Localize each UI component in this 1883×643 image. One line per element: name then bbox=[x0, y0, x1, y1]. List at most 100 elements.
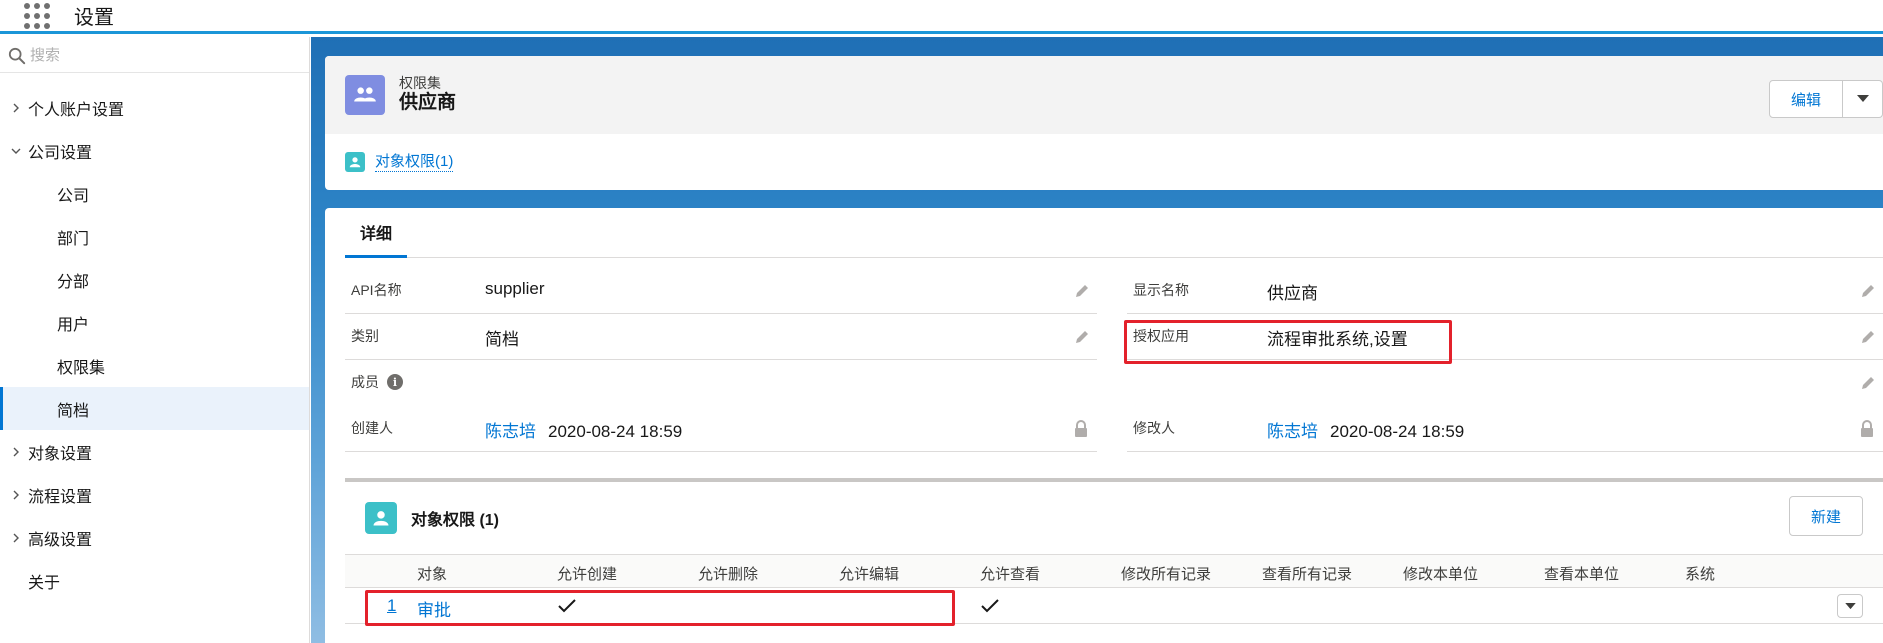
sidebar-item-label: 权限集 bbox=[57, 359, 106, 377]
column-header[interactable]: 查看本单位 bbox=[1544, 563, 1619, 584]
field-label: 类别 bbox=[351, 328, 379, 344]
modified-date: 2020-08-24 18:59 bbox=[1330, 422, 1465, 441]
sidebar-item-division[interactable]: 分部 bbox=[0, 258, 309, 301]
field-display-name: 显示名称 供应商 bbox=[1127, 268, 1883, 314]
modified-by-user-link[interactable]: 陈志培 bbox=[1267, 422, 1318, 441]
field-label: 成员 i bbox=[351, 372, 403, 392]
sidebar-item-label: 分部 bbox=[57, 273, 90, 291]
object-permission-icon bbox=[365, 502, 397, 534]
lock-icon bbox=[1861, 420, 1873, 437]
column-header[interactable]: 系统 bbox=[1685, 563, 1715, 584]
related-quick-links: 对象权限(1) bbox=[325, 134, 1883, 190]
pencil-icon[interactable] bbox=[1859, 282, 1877, 300]
field-label-text: 成员 bbox=[351, 374, 379, 390]
lock-icon bbox=[1075, 420, 1087, 437]
row-actions-button[interactable] bbox=[1837, 594, 1863, 618]
field-label: API名称 bbox=[351, 282, 402, 298]
created-by-user-link[interactable]: 陈志培 bbox=[485, 422, 536, 441]
new-button[interactable]: 新建 bbox=[1789, 496, 1863, 536]
column-header[interactable]: 修改所有记录 bbox=[1121, 563, 1211, 584]
sidebar-item-advanced-settings[interactable]: 高级设置 bbox=[0, 516, 309, 559]
edit-button[interactable]: 编辑 bbox=[1769, 80, 1843, 118]
field-value: 流程审批系统,设置 bbox=[1267, 330, 1408, 349]
sidebar-search bbox=[0, 39, 309, 73]
field-value: 供应商 bbox=[1267, 284, 1318, 303]
sidebar-item-label: 公司 bbox=[57, 187, 90, 205]
sidebar-item-label: 简档 bbox=[57, 402, 90, 420]
chevron-right-icon bbox=[10, 489, 22, 501]
related-link-object-permissions[interactable]: 对象权限(1) bbox=[375, 153, 454, 172]
field-modified-by: 修改人 陈志培 2020-08-24 18:59 bbox=[1127, 406, 1883, 452]
sidebar-item-company-settings[interactable]: 公司设置 bbox=[0, 129, 309, 172]
chevron-down-icon bbox=[10, 145, 22, 157]
column-header[interactable]: 允许查看 bbox=[980, 563, 1040, 584]
table-row: 1 审批 bbox=[345, 588, 1883, 624]
column-header[interactable]: 修改本单位 bbox=[1403, 563, 1478, 584]
sidebar-item-about[interactable]: 关于 bbox=[0, 559, 309, 602]
app-title: 设置 bbox=[74, 7, 114, 29]
app-launcher-icon[interactable] bbox=[24, 2, 50, 29]
object-permissions-table: 对象 允许创建 允许删除 允许编辑 允许查看 修改所有记录 查看所有记录 修改本… bbox=[345, 554, 1883, 624]
sidebar-item-label: 高级设置 bbox=[28, 531, 93, 549]
row-object-link[interactable]: 审批 bbox=[417, 596, 451, 621]
detail-card: 详细 API名称 supplier 显示名称 供应商 类别 简档 授权应用 流程… bbox=[325, 208, 1883, 643]
record-actions: 编辑 bbox=[1769, 80, 1883, 118]
sidebar-item-process-settings[interactable]: 流程设置 bbox=[0, 473, 309, 516]
sidebar-item-label: 关于 bbox=[28, 574, 61, 592]
sidebar-item-company[interactable]: 公司 bbox=[0, 172, 309, 215]
sidebar-item-object-settings[interactable]: 对象设置 bbox=[0, 430, 309, 473]
column-header[interactable]: 对象 bbox=[417, 563, 447, 584]
info-icon[interactable]: i bbox=[387, 374, 403, 390]
search-input[interactable] bbox=[30, 47, 280, 64]
sidebar-item-label: 个人账户设置 bbox=[28, 101, 125, 119]
sidebar: 个人账户设置 公司设置 公司 部门 分部 用户 权限集 简档 对象设置 流程设置… bbox=[0, 37, 310, 643]
row-number[interactable]: 1 bbox=[387, 596, 396, 616]
field-label: 授权应用 bbox=[1133, 328, 1189, 344]
chevron-right-icon bbox=[10, 102, 22, 114]
top-bar: 设置 bbox=[0, 0, 1883, 34]
field-created-by: 创建人 陈志培 2020-08-24 18:59 bbox=[345, 406, 1097, 452]
pencil-icon[interactable] bbox=[1073, 328, 1091, 346]
permission-set-icon bbox=[345, 75, 385, 115]
pencil-icon[interactable] bbox=[1859, 328, 1877, 346]
field-value: 简档 bbox=[485, 330, 519, 349]
record-title: 供应商 bbox=[399, 92, 457, 113]
chevron-right-icon bbox=[10, 446, 22, 458]
sidebar-item-users[interactable]: 用户 bbox=[0, 301, 309, 344]
column-header[interactable]: 允许创建 bbox=[557, 563, 617, 584]
field-label: 创建人 bbox=[351, 420, 393, 436]
field-members: 成员 i bbox=[345, 360, 1883, 406]
more-actions-button[interactable] bbox=[1843, 80, 1883, 118]
column-header[interactable]: 允许编辑 bbox=[839, 563, 899, 584]
column-header[interactable]: 查看所有记录 bbox=[1262, 563, 1352, 584]
sidebar-item-profiles[interactable]: 简档 bbox=[0, 387, 309, 430]
pencil-icon[interactable] bbox=[1859, 374, 1877, 392]
sidebar-item-label: 流程设置 bbox=[28, 488, 93, 506]
sidebar-item-label: 部门 bbox=[57, 230, 90, 248]
tab-details[interactable]: 详细 bbox=[345, 208, 407, 258]
pencil-icon[interactable] bbox=[1073, 282, 1091, 300]
chevron-down-icon bbox=[1856, 95, 1869, 102]
field-value: supplier bbox=[485, 279, 545, 298]
sidebar-item-department[interactable]: 部门 bbox=[0, 215, 309, 258]
record-header-top: 权限集 供应商 编辑 bbox=[325, 56, 1883, 134]
sidebar-item-permission-sets[interactable]: 权限集 bbox=[0, 344, 309, 387]
sidebar-item-personal-account[interactable]: 个人账户设置 bbox=[0, 86, 309, 129]
search-icon bbox=[8, 47, 26, 64]
field-authorized-apps: 授权应用 流程审批系统,设置 bbox=[1127, 314, 1883, 360]
checkmark-icon bbox=[558, 599, 576, 613]
chevron-down-icon bbox=[1844, 602, 1856, 609]
record-object-label: 权限集 bbox=[399, 75, 441, 91]
field-label: 修改人 bbox=[1133, 420, 1175, 436]
tab-bar: 详细 bbox=[345, 208, 1883, 258]
column-header[interactable]: 允许删除 bbox=[698, 563, 758, 584]
related-list-header: 对象权限 (1) 新建 bbox=[345, 482, 1883, 554]
related-list-title: 对象权限 (1) bbox=[411, 512, 500, 529]
object-permission-icon bbox=[345, 152, 365, 172]
record-header: 权限集 供应商 编辑 对象权限(1) bbox=[325, 56, 1883, 190]
related-list-object-permissions: 对象权限 (1) 新建 对象 允许创建 允许删除 允许编辑 允许查看 修改所有记… bbox=[345, 478, 1883, 643]
sidebar-item-label: 用户 bbox=[57, 316, 90, 334]
field-category: 类别 简档 bbox=[345, 314, 1097, 360]
field-value: 陈志培 2020-08-24 18:59 bbox=[485, 417, 682, 442]
sidebar-item-label: 公司设置 bbox=[28, 144, 93, 162]
